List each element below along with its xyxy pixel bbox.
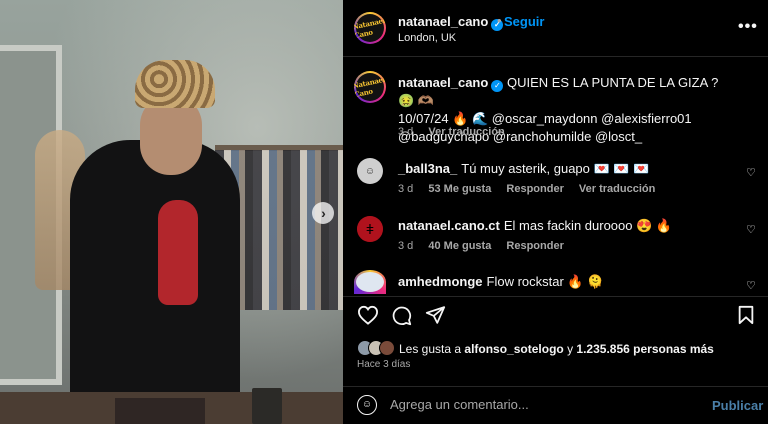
comment-reply-button[interactable]: Responder [506, 240, 563, 252]
next-photo-button[interactable]: › [312, 202, 334, 224]
post-header: Natanael Cano natanael_cano ✓ • Seguir Lo… [343, 0, 768, 57]
comment-time: 3 d [398, 240, 414, 252]
emoji-icon[interactable]: ☺ [357, 395, 377, 415]
comment-username[interactable]: natanael.cano.ct [398, 218, 500, 233]
caption-avatar-logo: Natanael Cano [354, 74, 386, 100]
publish-button[interactable]: Publicar [712, 398, 763, 413]
post-time-ago[interactable]: Hace 3 días [357, 359, 410, 370]
comment-like-heart-icon[interactable]: ♡ [746, 279, 756, 292]
comment-icon[interactable] [391, 305, 412, 330]
comment-input[interactable] [390, 397, 690, 412]
photo-person-hat [135, 60, 215, 108]
comment-time: 3 d [398, 183, 414, 195]
comment-reply-button[interactable]: Responder [506, 183, 563, 195]
comment-avatar[interactable] [354, 270, 386, 294]
caption-meta: 3 d Ver traducción [398, 126, 517, 138]
likes-text: Les gusta a alfonso_sotelogo y 1.235.856… [399, 342, 714, 356]
comment-body: El mas fackin duroooo 😍 🔥 [503, 218, 673, 233]
likes-prefix: Les gusta a [399, 342, 462, 356]
comment-meta: 3 d 53 Me gusta Responder Ver traducción [398, 183, 667, 195]
likes-user-link[interactable]: alfonso_sotelogo [464, 342, 563, 356]
comment-meta: 3 d 40 Me gusta Responder [398, 240, 576, 252]
more-options-icon[interactable]: ••• [738, 19, 758, 35]
comment-avatar[interactable]: ǂ [357, 216, 383, 242]
photo-person [70, 140, 240, 424]
comment-username[interactable]: _ball3na_ [398, 161, 457, 176]
author-avatar[interactable]: Natanael Cano [354, 12, 386, 44]
follow-button[interactable]: Seguir [504, 14, 544, 29]
liker-avatar[interactable] [379, 340, 395, 356]
photo-cup [252, 388, 282, 424]
post-location[interactable]: London, UK [398, 32, 456, 44]
comment-item: _ball3na_ Tú muy asterik, guapo 💌 💌 💌 [398, 161, 649, 177]
comment-like-heart-icon[interactable]: ♡ [746, 166, 756, 179]
post-details-panel: Natanael Cano natanael_cano ✓ • Seguir Lo… [343, 0, 768, 424]
comment-body: Flow rockstar 🔥 🫠 [486, 274, 604, 289]
chevron-right-icon: › [321, 205, 326, 221]
comment-body: Tú muy asterik, guapo 💌 💌 💌 [461, 161, 650, 176]
photo-box [115, 398, 205, 424]
comment-likes-count[interactable]: 53 Me gusta [428, 183, 491, 195]
author-avatar-logo: Natanael Cano [354, 15, 386, 41]
photo-shirt-print [158, 200, 198, 305]
caption-username[interactable]: natanael_cano [398, 75, 488, 90]
comment-avatar[interactable]: ☺ [357, 158, 383, 184]
caption-line-2: 10/07/24 🔥 🌊 @oscar_maydonn @alexisfierr… [398, 111, 692, 126]
author-username[interactable]: natanael_cano ✓ [398, 14, 504, 31]
comment-username[interactable]: amhedmonge [398, 274, 483, 289]
heart-icon[interactable] [357, 305, 379, 329]
post-actions-bar [343, 296, 768, 336]
comment-likes-count[interactable]: 40 Me gusta [428, 240, 491, 252]
add-comment-bar: ☺ Publicar [343, 386, 768, 424]
author-username-link[interactable]: natanael_cano [398, 14, 488, 29]
comment-like-heart-icon[interactable]: ♡ [746, 223, 756, 236]
bookmark-icon[interactable] [737, 305, 755, 329]
post-photo[interactable]: › [0, 0, 343, 424]
separator-dot: • [497, 13, 502, 28]
likes-count-link[interactable]: 1.235.856 personas más [576, 342, 713, 356]
caption-time: 3 d [398, 126, 414, 138]
comment-translate-link[interactable]: Ver traducción [579, 183, 655, 195]
likes-conjunction: y [567, 342, 574, 356]
verified-badge-icon: ✓ [491, 80, 504, 92]
comment-item: amhedmonge Flow rockstar 🔥 🫠 [398, 274, 603, 290]
caption-translate-link[interactable]: Ver traducción [428, 126, 504, 138]
caption-author-avatar[interactable]: Natanael Cano [354, 71, 386, 103]
comment-item: natanael.cano.ct El mas fackin duroooo 😍 … [398, 218, 672, 234]
share-icon[interactable] [425, 305, 446, 329]
